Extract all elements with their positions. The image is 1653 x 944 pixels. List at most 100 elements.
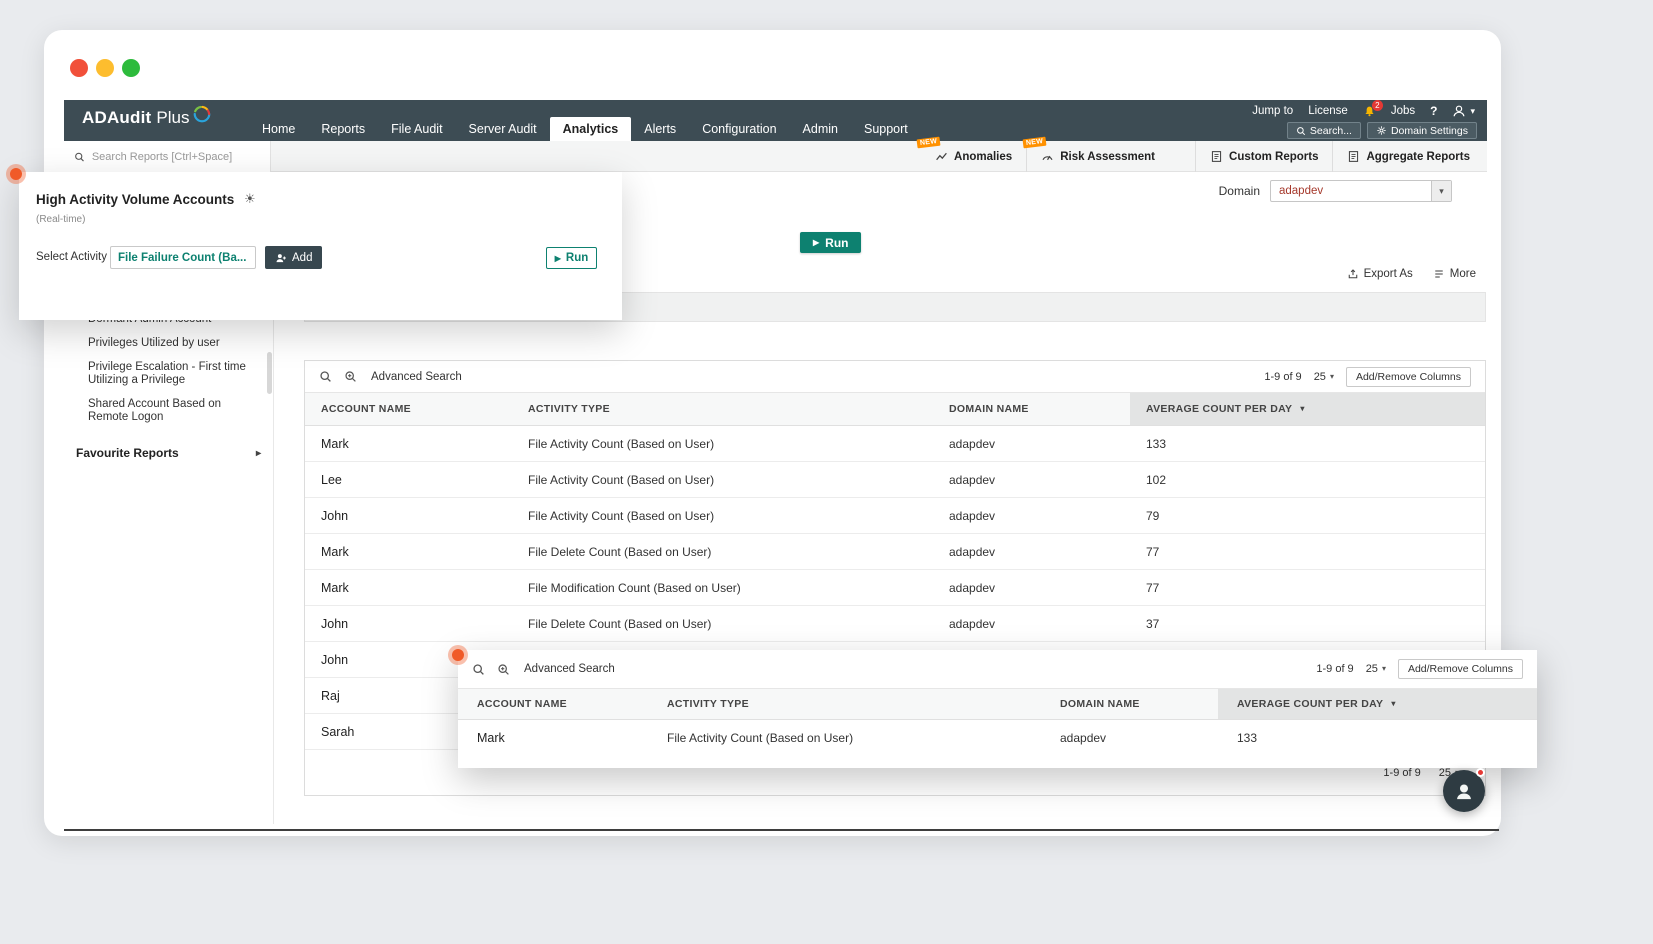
col-header-account-name[interactable]: ACCOUNT NAME bbox=[305, 393, 512, 425]
table-row[interactable]: Lee File Activity Count (Based on User) … bbox=[305, 462, 1485, 498]
advanced-search-icon[interactable] bbox=[344, 370, 357, 383]
menu-support[interactable]: Support bbox=[851, 117, 921, 141]
export-actions: Export As More bbox=[1347, 268, 1476, 280]
chevron-down-icon: ▾ bbox=[1329, 371, 1334, 381]
global-search-label: Search... bbox=[1309, 124, 1352, 137]
schedule-icon[interactable]: ☀ bbox=[244, 191, 256, 207]
activity-select[interactable]: File Failure Count (Ba... bbox=[110, 246, 256, 269]
export-as-button[interactable]: Export As bbox=[1347, 268, 1413, 280]
table-row[interactable]: John File Delete Count (Based on User) a… bbox=[305, 606, 1485, 642]
col-header-activity-type[interactable]: ACTIVITY TYPE bbox=[648, 689, 1041, 719]
pagination-text: 1-9 of 9 bbox=[1383, 767, 1421, 779]
more-button[interactable]: More bbox=[1433, 268, 1476, 280]
user-avatar-icon bbox=[1452, 104, 1466, 118]
cell-activity: File Activity Count (Based on User) bbox=[528, 472, 715, 487]
col-header-average-count[interactable]: AVERAGE COUNT PER DAY ▾ bbox=[1130, 393, 1485, 425]
menu-home[interactable]: Home bbox=[249, 117, 308, 141]
cell-domain: adapdev bbox=[949, 580, 996, 595]
sidebar-favourite-reports[interactable]: Favourite Reports ▸ bbox=[64, 436, 273, 470]
menu-reports[interactable]: Reports bbox=[308, 117, 378, 141]
global-search-button[interactable]: Search... bbox=[1286, 122, 1361, 139]
menu-alerts[interactable]: Alerts bbox=[631, 117, 689, 141]
play-icon: ▶ bbox=[554, 253, 561, 263]
col-header-average-count-label: AVERAGE COUNT PER DAY bbox=[1237, 698, 1384, 710]
col-header-domain-name[interactable]: DOMAIN NAME bbox=[1041, 689, 1218, 719]
menu-file-audit[interactable]: File Audit bbox=[378, 117, 455, 141]
add-remove-columns-button[interactable]: Add/Remove Columns bbox=[1345, 366, 1471, 387]
window-controls bbox=[70, 59, 140, 77]
advanced-search-icon[interactable] bbox=[497, 663, 510, 676]
search-icon[interactable] bbox=[472, 663, 485, 676]
sidebar-scrollbar[interactable] bbox=[267, 352, 272, 394]
col-header-domain-name[interactable]: DOMAIN NAME bbox=[933, 393, 1130, 425]
advanced-search-link[interactable]: Advanced Search bbox=[524, 663, 615, 675]
cell-activity: File Activity Count (Based on User) bbox=[528, 508, 715, 523]
main-menu: Home Reports File Audit Server Audit Ana… bbox=[249, 117, 921, 141]
cell-count: 133 bbox=[1146, 436, 1167, 451]
domain-select[interactable]: adapdev ▾ bbox=[1270, 180, 1452, 202]
col-header-activity-type[interactable]: ACTIVITY TYPE bbox=[512, 393, 933, 425]
report-search-input[interactable] bbox=[91, 150, 260, 163]
cell-count: 77 bbox=[1146, 544, 1160, 559]
cell-activity: File Modification Count (Based on User) bbox=[528, 580, 741, 595]
advanced-search-link[interactable]: Advanced Search bbox=[371, 371, 462, 383]
tab-anomalies-label: Anomalies bbox=[954, 150, 1013, 163]
col-header-average-count[interactable]: AVERAGE COUNT PER DAY ▾ bbox=[1218, 689, 1537, 719]
report-title: High Activity Volume Accounts bbox=[36, 192, 235, 207]
tab-anomalies[interactable]: NEW Anomalies bbox=[916, 136, 1026, 172]
play-icon: ▶ bbox=[813, 238, 820, 247]
gear-icon bbox=[1376, 125, 1387, 136]
table-row[interactable]: Mark File Activity Count (Based on User)… bbox=[305, 426, 1485, 462]
bottom-divider bbox=[64, 829, 1499, 831]
run-report-button[interactable]: ▶ Run bbox=[800, 232, 862, 253]
cell-account: Mark bbox=[477, 731, 505, 745]
add-remove-columns-button[interactable]: Add/Remove Columns bbox=[1397, 659, 1523, 679]
domain-settings-label: Domain Settings bbox=[1390, 124, 1468, 137]
tab-risk-assessment[interactable]: NEW Risk Assessment bbox=[1022, 136, 1169, 172]
new-badge: NEW bbox=[916, 136, 941, 149]
chevron-right-icon: ▸ bbox=[255, 447, 261, 459]
search-icon bbox=[74, 151, 85, 163]
cell-account: Mark bbox=[321, 544, 349, 559]
help-button[interactable]: ? bbox=[1430, 104, 1437, 118]
tab-aggregate-reports[interactable]: Aggregate Reports bbox=[1332, 141, 1484, 172]
page-size-select[interactable]: 25 ▾ bbox=[1366, 663, 1386, 675]
sidebar-item-privilege-escalation[interactable]: Privilege Escalation - First time Utiliz… bbox=[64, 356, 273, 393]
menu-admin[interactable]: Admin bbox=[790, 117, 851, 141]
license-link[interactable]: License bbox=[1308, 105, 1348, 117]
minimize-window-button[interactable] bbox=[96, 59, 114, 77]
cell-activity: File Activity Count (Based on User) bbox=[528, 436, 715, 451]
report-search-box[interactable] bbox=[64, 141, 271, 172]
table-row[interactable]: Mark File Activity Count (Based on User)… bbox=[458, 720, 1537, 756]
zoom-window-button[interactable] bbox=[122, 59, 140, 77]
jump-to-link[interactable]: Jump to bbox=[1252, 105, 1293, 117]
run-button[interactable]: ▶ Run bbox=[546, 247, 597, 269]
table-row[interactable]: John File Activity Count (Based on User)… bbox=[305, 498, 1485, 534]
cell-count: 77 bbox=[1146, 580, 1160, 595]
tab-custom-reports[interactable]: Custom Reports bbox=[1195, 141, 1332, 172]
table-toolbar: Advanced Search 1-9 of 9 25 ▾ Add/Remove… bbox=[458, 650, 1537, 688]
notifications-button[interactable]: 2 bbox=[1363, 99, 1383, 118]
cell-activity: File Delete Count (Based on User) bbox=[528, 616, 712, 631]
anomalies-icon bbox=[935, 150, 948, 163]
menu-configuration[interactable]: Configuration bbox=[689, 117, 789, 141]
table-row[interactable]: Mark File Delete Count (Based on User) a… bbox=[305, 534, 1485, 570]
support-chat-button[interactable] bbox=[1443, 768, 1485, 812]
menu-analytics[interactable]: Analytics bbox=[549, 117, 632, 141]
jobs-link[interactable]: Jobs bbox=[1391, 105, 1415, 117]
sidebar-item-privileges-utilized-by-user[interactable]: Privileges Utilized by user bbox=[64, 332, 273, 356]
col-header-account-name[interactable]: ACCOUNT NAME bbox=[458, 689, 648, 719]
table-row[interactable]: Mark File Modification Count (Based on U… bbox=[305, 570, 1485, 606]
reports-toolbar: NEW Anomalies NEW Risk Assessment Custom… bbox=[64, 136, 1487, 172]
menu-server-audit[interactable]: Server Audit bbox=[456, 117, 550, 141]
cell-domain: adapdev bbox=[949, 436, 996, 451]
add-button[interactable]: Add bbox=[265, 246, 323, 269]
sidebar-item-shared-account-remote-logon[interactable]: Shared Account Based on Remote Logon bbox=[64, 393, 273, 430]
page-size-select[interactable]: 25 ▾ bbox=[1314, 371, 1334, 383]
tab-aggregate-reports-label: Aggregate Reports bbox=[1366, 150, 1470, 163]
cell-count: 133 bbox=[1237, 731, 1258, 745]
close-window-button[interactable] bbox=[70, 59, 88, 77]
domain-settings-button[interactable]: Domain Settings bbox=[1366, 122, 1477, 139]
account-menu-button[interactable]: ▾ bbox=[1452, 104, 1475, 118]
search-icon[interactable] bbox=[319, 370, 332, 383]
